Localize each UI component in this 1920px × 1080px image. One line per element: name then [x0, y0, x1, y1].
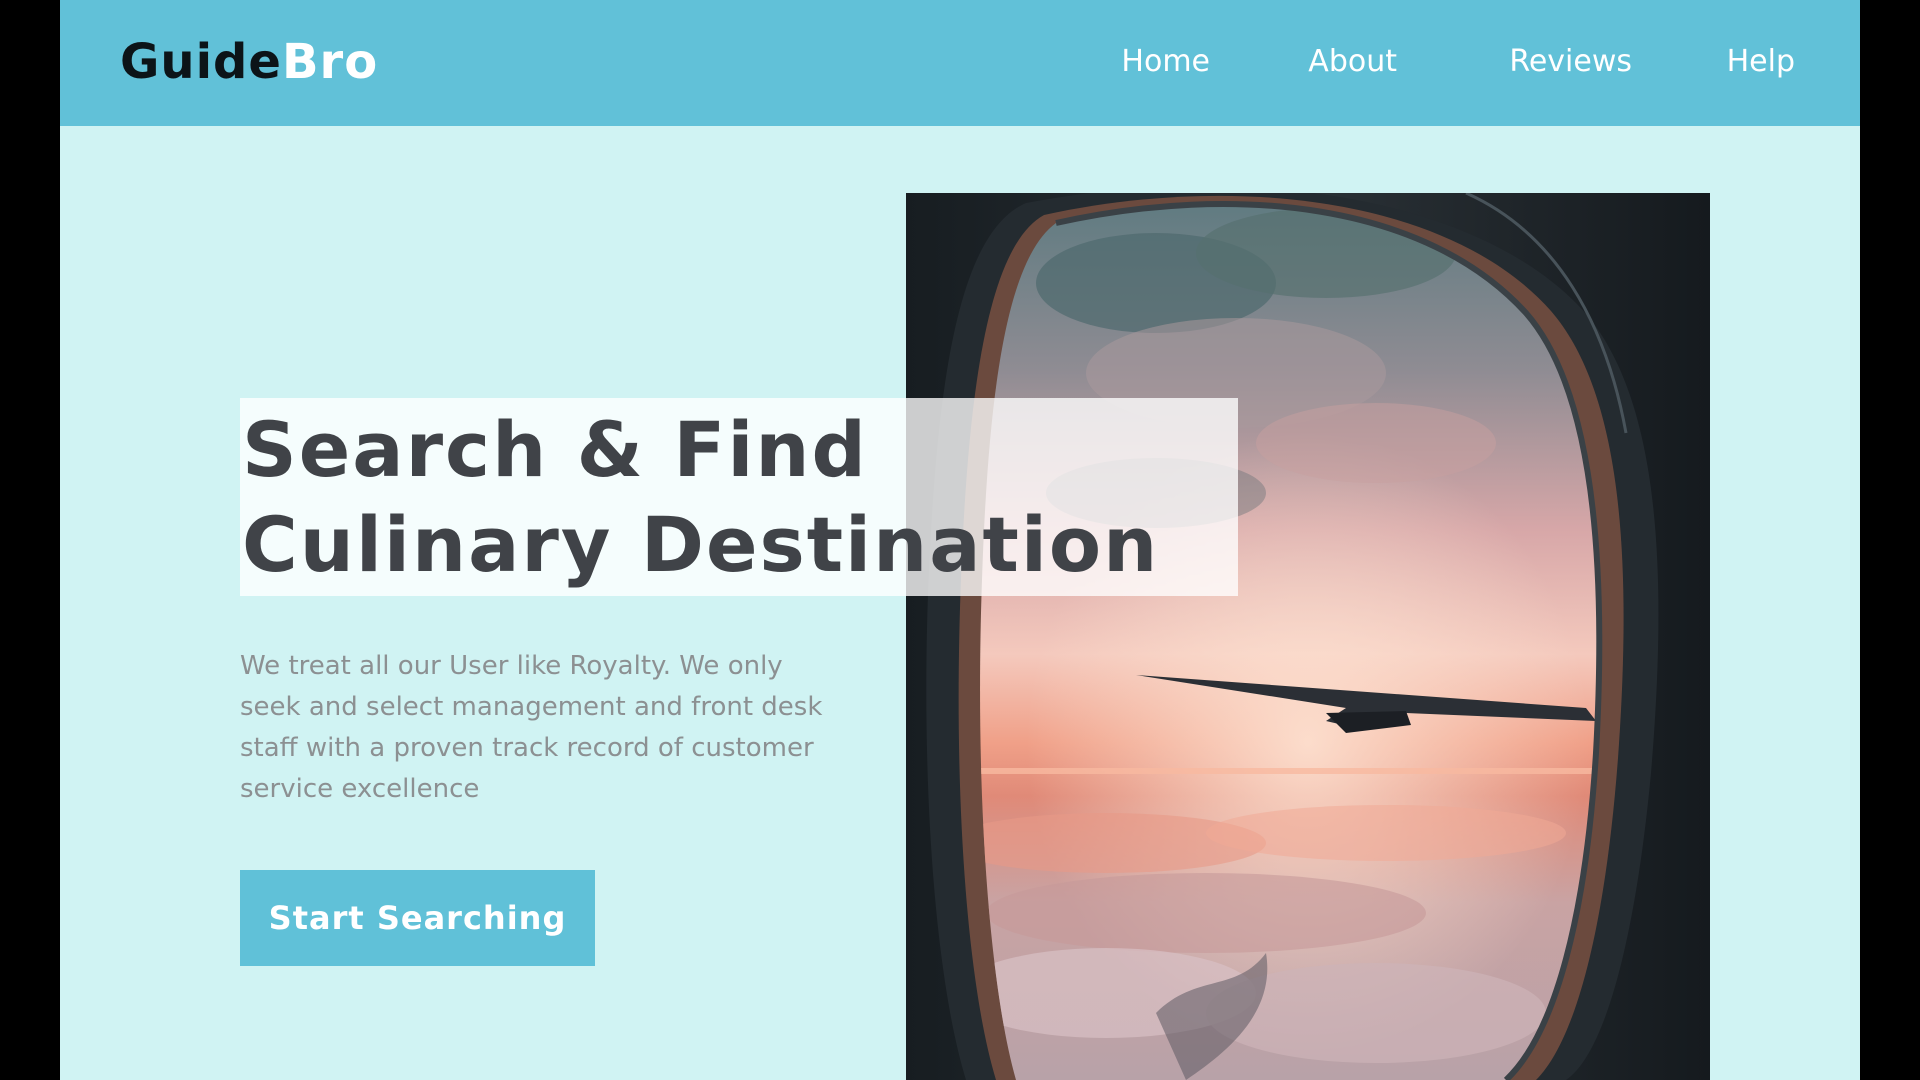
logo-text-guide: Guide: [120, 34, 282, 90]
landing-page: GuideBro Home About Reviews Help Search …: [60, 0, 1860, 1080]
hero-title: Search & Find Culinary Destination: [242, 402, 1238, 592]
airplane-window-illustration: [906, 193, 1710, 1080]
nav-link-home[interactable]: Home: [1121, 42, 1210, 82]
nav-link-reviews[interactable]: Reviews: [1509, 42, 1632, 82]
hero-title-line-1: Search & Find: [242, 405, 868, 494]
hero-title-line-2: Culinary Destination: [242, 500, 1160, 589]
nav-link-about[interactable]: About: [1308, 42, 1397, 82]
top-navbar: GuideBro Home About Reviews Help: [60, 0, 1860, 126]
start-searching-button[interactable]: Start Searching: [240, 870, 595, 966]
brand-logo[interactable]: GuideBro: [120, 30, 378, 94]
nav-link-help[interactable]: Help: [1727, 42, 1795, 82]
logo-text-bro: Bro: [281, 34, 379, 90]
hero-image-airplane-window: [906, 193, 1710, 1080]
hero-description: We treat all our User like Royalty. We o…: [240, 651, 823, 804]
